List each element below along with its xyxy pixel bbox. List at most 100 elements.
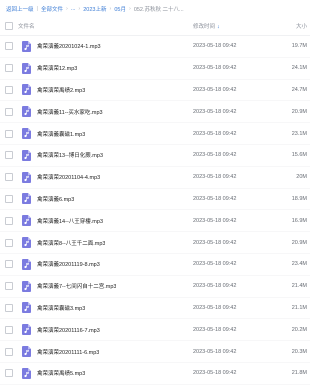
audio-file-icon (22, 106, 31, 118)
table-row[interactable]: 禽荣演荣13--博日化蕨.mp3 2023-05-18 09:42 15.6M (0, 145, 310, 167)
file-name[interactable]: 禽荣演義11--买水家吃.mp3 (37, 108, 103, 116)
modified-time: 2023-05-18 09:42 (193, 348, 237, 355)
audio-file-icon (22, 237, 31, 249)
table-row[interactable]: 禽荣演義20201024-1.mp3 2023-05-18 09:42 19.7M (0, 36, 310, 58)
table-row[interactable]: 禽荣演荣20201116-7.mp3 2023-05-18 09:42 20.2M (0, 319, 310, 342)
breadcrumb-current: 052.苏秋秋 二十八... (133, 6, 184, 13)
modified-time: 2023-05-18 09:42 (193, 152, 237, 159)
row-checkbox[interactable] (5, 369, 13, 378)
modified-time: 2023-05-18 09:42 (193, 130, 237, 137)
row-checkbox[interactable] (5, 173, 13, 182)
modified-time: 2023-05-18 09:42 (193, 370, 237, 377)
row-checkbox[interactable] (5, 151, 13, 160)
file-name[interactable]: 禽荣演義7--七间闪自十二宫.mp3 (37, 282, 116, 290)
table-row[interactable]: 禽荣演荣禹绩2.mp3 2023-05-18 09:42 24.7M (0, 80, 310, 102)
file-size: 21.1M (291, 304, 307, 311)
chevron-right-icon: › (109, 5, 112, 12)
table-row[interactable]: 禽荣演義20201119-8.mp3 2023-05-18 09:42 23.4M (0, 254, 310, 276)
file-size: 15.6M (291, 152, 307, 159)
file-name[interactable]: 禽荣演義20201119-8.mp3 (37, 260, 100, 268)
table-row[interactable]: 禽荣演義11--买水家吃.mp3 2023-05-18 09:42 20.9M (0, 101, 310, 124)
file-name[interactable]: 禽荣演荣禹绩2.mp3 (37, 86, 85, 94)
file-name[interactable]: 禽荣演荣8--八王千二面.mp3 (37, 239, 105, 247)
file-size: 20.9M (291, 108, 307, 115)
file-size: 23.4M (291, 261, 307, 268)
file-list: 禽荣演義20201024-1.mp3 2023-05-18 09:42 19.7M 禽… (0, 36, 310, 385)
table-row[interactable]: 禽荣演義囊磁1.mp3 2023-05-18 09:42 23.1M (0, 123, 310, 145)
table-row[interactable]: 禽荣演義7--七间闪自十二宫.mp3 2023-05-18 09:42 21.4M (0, 276, 310, 298)
modified-time: 2023-05-18 09:42 (193, 108, 237, 115)
table-row[interactable]: 禽荣演荣禹绩5.mp3 2023-05-18 09:42 21.8M (0, 363, 310, 385)
row-checkbox[interactable] (5, 129, 13, 138)
table-row[interactable]: 禽荣演義14--八王穿樓.mp3 2023-05-18 09:42 16.9M (0, 210, 310, 233)
audio-file-icon (22, 40, 31, 52)
chevron-right-icon: › (78, 5, 81, 12)
file-name[interactable]: 禽荣演荣禹绩5.mp3 (37, 369, 85, 377)
file-name[interactable]: 禽荣演荣20201116-7.mp3 (37, 326, 100, 334)
row-checkbox[interactable] (5, 85, 13, 94)
audio-file-icon (22, 258, 31, 270)
audio-file-icon (22, 324, 31, 336)
breadcrumb-all-files[interactable]: 全部文件 (41, 5, 63, 13)
table-row[interactable]: 禽荣演荣20201104-4.mp3 2023-05-18 09:42 20M (0, 167, 310, 189)
row-checkbox[interactable] (5, 347, 13, 356)
file-size: 20.3M (291, 348, 307, 355)
file-name[interactable]: 禽荣演荣囊磁3.mp3 (37, 304, 85, 312)
table-row[interactable]: 禽荣演荣20201111-6.mp3 2023-05-18 09:42 20.3M (0, 341, 310, 363)
modified-time: 2023-05-18 09:42 (193, 283, 237, 290)
file-size: 20M (296, 174, 307, 181)
modified-time: 2023-05-18 09:42 (193, 195, 237, 202)
audio-file-icon (22, 62, 31, 74)
row-checkbox[interactable] (5, 42, 13, 51)
row-checkbox[interactable] (5, 107, 13, 116)
breadcrumb-ellipsis[interactable]: ... (71, 6, 76, 12)
header-time[interactable]: 修改时间 ↓ (193, 22, 265, 30)
row-checkbox[interactable] (5, 303, 13, 312)
file-name[interactable]: 禽荣演義囊磁1.mp3 (37, 130, 85, 138)
file-name[interactable]: 禽荣演義14--八王穿樓.mp3 (37, 217, 103, 225)
audio-file-icon (22, 215, 31, 227)
file-name[interactable]: 禽荣演荣20201104-4.mp3 (37, 173, 100, 181)
back-link[interactable]: 返回上一级 (6, 5, 34, 13)
row-checkbox[interactable] (5, 194, 13, 203)
row-checkbox[interactable] (5, 216, 13, 225)
audio-file-icon (22, 280, 31, 292)
row-checkbox[interactable] (5, 325, 13, 334)
modified-time: 2023-05-18 09:42 (193, 239, 237, 246)
audio-file-icon (22, 346, 31, 358)
table-row[interactable]: 禽荣演荣8--八王千二面.mp3 2023-05-18 09:42 20.9M (0, 232, 310, 254)
file-size: 21.8M (291, 370, 307, 377)
breadcrumb: 返回上一级 | 全部文件 › ... › 2023上新 › 05月 › 052.… (0, 0, 310, 17)
modified-time: 2023-05-18 09:42 (193, 43, 237, 50)
sort-down-icon[interactable]: ↓ (217, 24, 220, 30)
audio-file-icon (22, 84, 31, 96)
table-row[interactable]: 禽荣演荣囊磁3.mp3 2023-05-18 09:42 21.1M (0, 298, 310, 320)
modified-time: 2023-05-18 09:42 (193, 174, 237, 181)
breadcrumb-separator: | (36, 5, 38, 12)
table-row[interactable]: 禽荣演義6.mp3 2023-05-18 09:42 18.9M (0, 189, 310, 211)
breadcrumb-2023[interactable]: 2023上新 (83, 5, 106, 13)
file-size: 23.1M (291, 130, 307, 137)
file-size: 20.2M (291, 326, 307, 333)
chevron-right-icon: › (128, 5, 131, 12)
modified-time: 2023-05-18 09:42 (193, 86, 237, 93)
file-size: 18.9M (291, 195, 307, 202)
row-checkbox[interactable] (5, 282, 13, 291)
table-row[interactable]: 禽荣演荣12.mp3 2023-05-18 09:42 24.1M (0, 58, 310, 80)
file-size: 19.7M (291, 43, 307, 50)
file-name[interactable]: 禽荣演義6.mp3 (37, 195, 74, 203)
row-checkbox[interactable] (5, 238, 13, 247)
file-name[interactable]: 禽荣演荣20201111-6.mp3 (37, 348, 99, 356)
breadcrumb-05[interactable]: 05月 (114, 5, 126, 13)
file-name[interactable]: 禽荣演荣13--博日化蕨.mp3 (37, 151, 103, 159)
audio-file-icon (22, 367, 31, 379)
modified-time: 2023-05-18 09:42 (193, 65, 237, 72)
row-checkbox[interactable] (5, 260, 13, 269)
chevron-right-icon: › (65, 5, 68, 12)
select-all-checkbox[interactable] (5, 22, 13, 30)
file-name[interactable]: 禽荣演荣12.mp3 (37, 64, 77, 72)
row-checkbox[interactable] (5, 64, 13, 73)
header-name[interactable]: 文件名 (18, 22, 193, 30)
header-size[interactable]: 大小 (265, 22, 310, 30)
file-name[interactable]: 禽荣演義20201024-1.mp3 (37, 42, 101, 50)
